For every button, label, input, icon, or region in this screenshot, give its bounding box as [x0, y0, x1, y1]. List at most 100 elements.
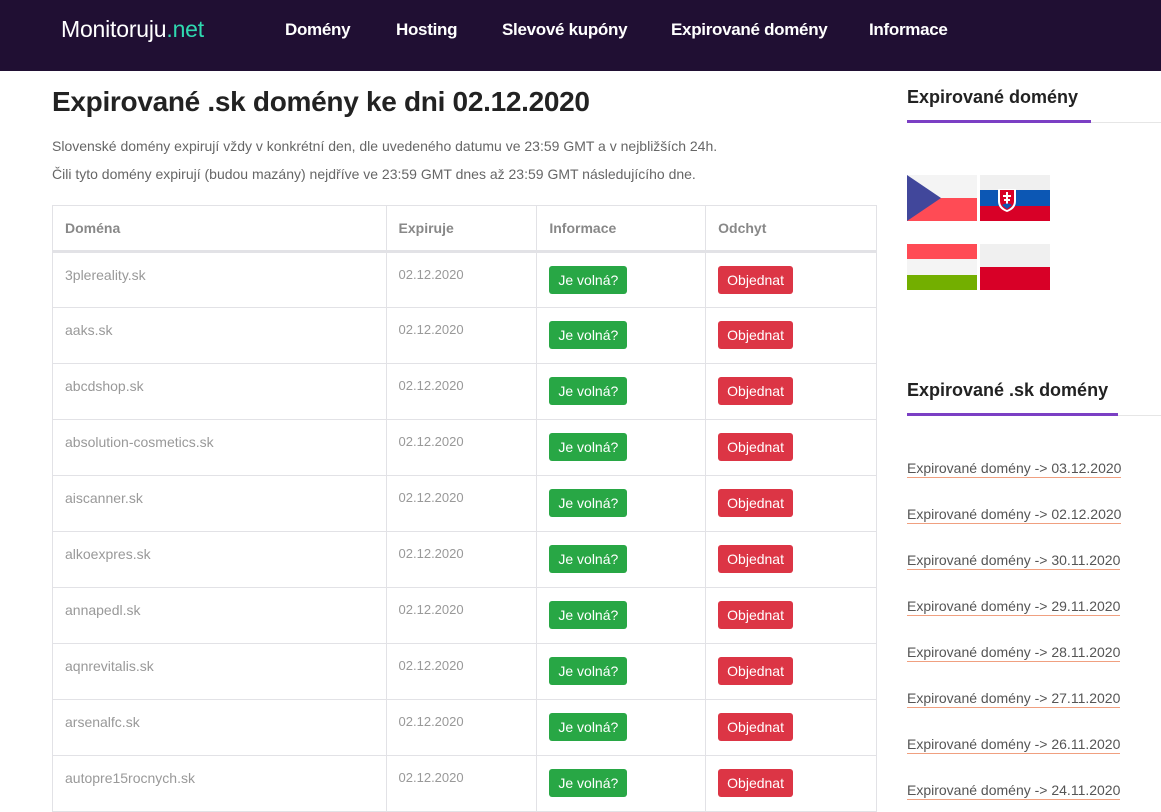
expired-date-link[interactable]: Expirované domény -> 26.11.2020	[907, 736, 1121, 754]
column-header-catch: Odchyt	[705, 205, 877, 253]
order-button[interactable]: Objednat	[718, 657, 793, 685]
expired-date-link[interactable]: Expirované domény -> 30.11.2020	[907, 552, 1121, 570]
check-availability-button[interactable]: Je volná?	[549, 601, 628, 629]
poland-flag[interactable]	[980, 244, 1050, 290]
table-row: aqnrevitalis.sk 02.12.2020 Je volná? Objedn…	[52, 643, 877, 700]
expires-cell: 02.12.2020	[385, 363, 538, 420]
expires-cell: 02.12.2020	[385, 699, 538, 756]
catch-cell: Objednat	[705, 531, 877, 588]
top-navigation-bar: Monitoruju.net Domény Hosting Slevové ku…	[0, 0, 1161, 71]
logo-main: Monitoruju	[61, 16, 167, 42]
widget-expired-domains: Expirované domény	[907, 87, 1161, 123]
expires-cell: 02.12.2020	[385, 307, 538, 364]
expired-date-link[interactable]: Expirované domény -> 24.11.2020	[907, 782, 1121, 800]
catch-cell: Objednat	[705, 587, 877, 644]
expires-cell: 02.12.2020	[385, 531, 538, 588]
order-button[interactable]: Objednat	[718, 489, 793, 517]
check-availability-button[interactable]: Je volná?	[549, 321, 628, 349]
domain-cell: aaks.sk	[52, 307, 387, 364]
order-button[interactable]: Objednat	[718, 601, 793, 629]
info-cell: Je volná?	[536, 419, 707, 476]
info-cell: Je volná?	[536, 307, 707, 364]
table-row: autopre15rocnych.sk 02.12.2020 Je volná? Ob…	[52, 755, 877, 812]
check-availability-button[interactable]: Je volná?	[549, 377, 628, 405]
table-row: 3plereality.sk 02.12.2020 Je volná? Objedna…	[52, 251, 877, 308]
table-row: aaks.sk 02.12.2020 Je volná? Objednat	[52, 307, 877, 364]
check-availability-button[interactable]: Je volná?	[549, 713, 628, 741]
widget-title: Expirované domény	[907, 87, 1079, 107]
info-cell: Je volná?	[536, 699, 707, 756]
hungary-flag-icon	[907, 244, 977, 290]
table-row: absolution-cosmetics.sk 02.12.2020 Je voln…	[52, 419, 877, 476]
info-cell: Je volná?	[536, 251, 707, 308]
order-button[interactable]: Objednat	[718, 713, 793, 741]
expired-date-link[interactable]: Expirované domény -> 27.11.2020	[907, 690, 1121, 708]
nav-expirovane-domeny[interactable]: Expirované domény	[671, 20, 828, 40]
expired-date-link[interactable]: Expirované domény -> 02.12.2020	[907, 506, 1122, 524]
slovakia-flag[interactable]	[980, 175, 1050, 221]
catch-cell: Objednat	[705, 475, 877, 532]
nav-domeny[interactable]: Domény	[285, 20, 351, 40]
catch-cell: Objednat	[705, 419, 877, 476]
site-logo[interactable]: Monitoruju.net	[61, 16, 204, 43]
nav-hosting[interactable]: Hosting	[396, 20, 457, 40]
nav-slevove-kupony[interactable]: Slevové kupóny	[502, 20, 628, 40]
expires-cell: 02.12.2020	[385, 755, 538, 812]
order-button[interactable]: Objednat	[718, 377, 793, 405]
domain-cell: alkoexpres.sk	[52, 531, 387, 588]
domain-cell: 3plereality.sk	[52, 251, 387, 308]
slovakia-flag-icon	[980, 175, 1050, 221]
check-availability-button[interactable]: Je volná?	[549, 657, 628, 685]
check-availability-button[interactable]: Je volná?	[549, 769, 628, 797]
order-button[interactable]: Objednat	[718, 433, 793, 461]
expired-date-link[interactable]: Expirované domény -> 28.11.2020	[907, 644, 1121, 662]
check-availability-button[interactable]: Je volná?	[549, 545, 628, 573]
domain-cell: absolution-cosmetics.sk	[52, 419, 387, 476]
catch-cell: Objednat	[705, 251, 877, 308]
table-row: aiscanner.sk 02.12.2020 Je volná? Objednat	[52, 475, 877, 532]
widget-title-rule	[907, 413, 1161, 416]
nav-informace[interactable]: Informace	[869, 20, 948, 40]
intro-text: Slovenské domény expirují vždy v konkrét…	[52, 132, 877, 188]
check-availability-button[interactable]: Je volná?	[549, 489, 628, 517]
expires-cell: 02.12.2020	[385, 643, 538, 700]
info-cell: Je volná?	[536, 755, 707, 812]
domain-cell: aqnrevitalis.sk	[52, 643, 387, 700]
table-row: alkoexpres.sk 02.12.2020 Je volná? Objednat	[52, 531, 877, 588]
column-header-domain: Doména	[52, 205, 387, 253]
column-header-expires: Expiruje	[385, 205, 538, 253]
expired-date-link[interactable]: Expirované domény -> 29.11.2020	[907, 598, 1121, 616]
catch-cell: Objednat	[705, 755, 877, 812]
domain-cell: abcdshop.sk	[52, 363, 387, 420]
hungary-flag[interactable]	[907, 244, 977, 290]
expired-date-link[interactable]: Expirované domény -> 03.12.2020	[907, 460, 1122, 478]
poland-flag-icon	[980, 244, 1050, 290]
intro-line-2: Čili tyto domény expirují (budou mazány)…	[52, 166, 696, 182]
order-button[interactable]: Objednat	[718, 545, 793, 573]
column-header-info: Informace	[536, 205, 707, 253]
czech-flag[interactable]	[907, 175, 977, 221]
check-availability-button[interactable]: Je volná?	[549, 433, 628, 461]
info-cell: Je volná?	[536, 643, 707, 700]
info-cell: Je volná?	[536, 587, 707, 644]
order-button[interactable]: Objednat	[718, 266, 793, 294]
table-row: arsenalfc.sk 02.12.2020 Je volná? Objednat	[52, 699, 877, 756]
expires-cell: 02.12.2020	[385, 587, 538, 644]
expires-cell: 02.12.2020	[385, 419, 538, 476]
domain-cell: aiscanner.sk	[52, 475, 387, 532]
check-availability-button[interactable]: Je volná?	[549, 266, 628, 294]
order-button[interactable]: Objednat	[718, 769, 793, 797]
sidebar: Expirované domény Expirované .sk domény …	[907, 80, 1161, 800]
table-header-row: Doména Expiruje Informace Odchyt	[52, 205, 877, 253]
order-button[interactable]: Objednat	[718, 321, 793, 349]
table-row: abcdshop.sk 02.12.2020 Je volná? Objednat	[52, 363, 877, 420]
catch-cell: Objednat	[705, 699, 877, 756]
catch-cell: Objednat	[705, 643, 877, 700]
page-title: Expirované .sk domény ke dni 02.12.2020	[52, 86, 590, 117]
intro-line-1: Slovenské domény expirují vždy v konkrét…	[52, 138, 718, 154]
main-content: Expirované .sk domény ke dni 02.12.2020 …	[52, 80, 877, 812]
table-row: annapedl.sk 02.12.2020 Je volná? Objednat	[52, 587, 877, 644]
info-cell: Je volná?	[536, 475, 707, 532]
widget-expired-sk-domains: Expirované .sk domény	[907, 380, 1161, 416]
info-cell: Je volná?	[536, 531, 707, 588]
